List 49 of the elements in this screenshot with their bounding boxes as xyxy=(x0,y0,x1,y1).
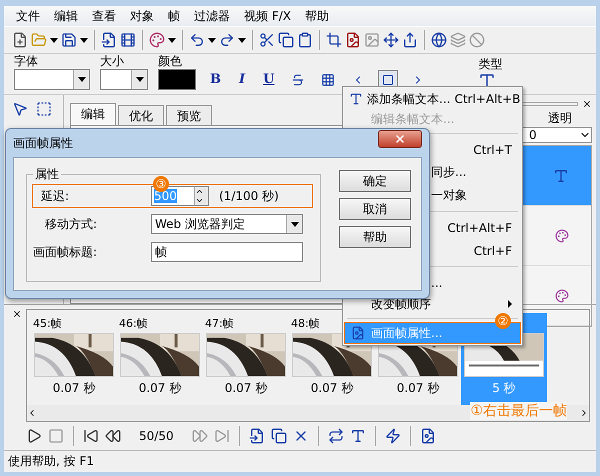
frame-title-field[interactable]: 帧 xyxy=(151,242,303,262)
menu-item[interactable]: 查看 xyxy=(86,8,122,24)
frame-label: 48:帧 xyxy=(291,316,320,330)
frame-counter: 50/50 xyxy=(138,429,175,443)
menu-item[interactable]: 帮助 xyxy=(298,8,335,24)
menu-item[interactable]: 视频 F/X xyxy=(238,8,297,24)
editor-tab[interactable]: 编辑 xyxy=(70,103,116,125)
menu-item[interactable]: 对象 xyxy=(124,8,160,24)
dialog-button[interactable]: 取消 xyxy=(339,198,411,220)
group-title: 属性 xyxy=(34,166,60,183)
frame-thumbnail[interactable]: 47:帧 0.07 秒 xyxy=(203,313,289,405)
style-button[interactable]: I xyxy=(235,69,250,90)
menu-item[interactable]: 编辑 xyxy=(48,8,84,24)
dialog-button[interactable]: 帮助 xyxy=(339,226,411,248)
editor-tab[interactable]: 预览 xyxy=(166,105,212,125)
transparency-label: 透明 xyxy=(547,111,573,125)
font-label: 字体 xyxy=(14,54,39,68)
delay-label: 延迟: xyxy=(40,188,70,204)
unit-label: (1/100 秒) xyxy=(219,188,279,204)
menu-item[interactable]: 帧 xyxy=(162,8,186,24)
step-badge: ③ xyxy=(153,176,169,192)
frame-label: 45:帧 xyxy=(33,316,62,330)
frame-label: 47:帧 xyxy=(205,316,234,330)
type-label: 类型 xyxy=(478,57,502,71)
style-button[interactable]: U xyxy=(259,69,278,90)
editor-tab[interactable]: 优化 xyxy=(118,105,164,125)
step-badge: ② xyxy=(495,313,511,329)
move-dropdown[interactable]: Web 浏览器判定 xyxy=(151,214,303,234)
frame-duration: 0.07 秒 xyxy=(396,380,440,397)
frame-duration: 0.07 秒 xyxy=(52,380,96,397)
size-label: 大小 xyxy=(100,54,125,68)
frame-duration: 0.07 秒 xyxy=(310,380,354,397)
dialog-button[interactable]: 确定 xyxy=(339,170,411,192)
move-label: 移动方式: xyxy=(44,216,98,232)
color-label: 颜色 xyxy=(158,54,183,68)
frame-thumbnail[interactable]: 45:帧 0.07 秒 xyxy=(31,313,117,405)
annotation-text: ①右击最后一帧 xyxy=(470,402,567,420)
frame-label: 46:帧 xyxy=(119,316,148,330)
dialog-title: 画面帧属性 xyxy=(13,134,73,152)
frame-duration: 0.07 秒 xyxy=(138,380,182,397)
style-button[interactable]: B xyxy=(206,69,225,90)
menu-item[interactable]: 文件 xyxy=(10,8,46,24)
menu-item[interactable]: 过滤器 xyxy=(188,8,236,24)
frame-duration: 5 秒 xyxy=(492,380,516,397)
menu-item[interactable]: 添加条幅文本... Ctrl+Alt+B xyxy=(345,89,520,109)
frame-thumbnail[interactable]: 46:帧 0.07 秒 xyxy=(117,313,203,405)
status-text: 使用帮助, 按 F1 xyxy=(8,453,94,470)
frame-title-label: 画面帧标题: xyxy=(33,244,98,260)
frame-duration: 0.07 秒 xyxy=(224,380,268,397)
